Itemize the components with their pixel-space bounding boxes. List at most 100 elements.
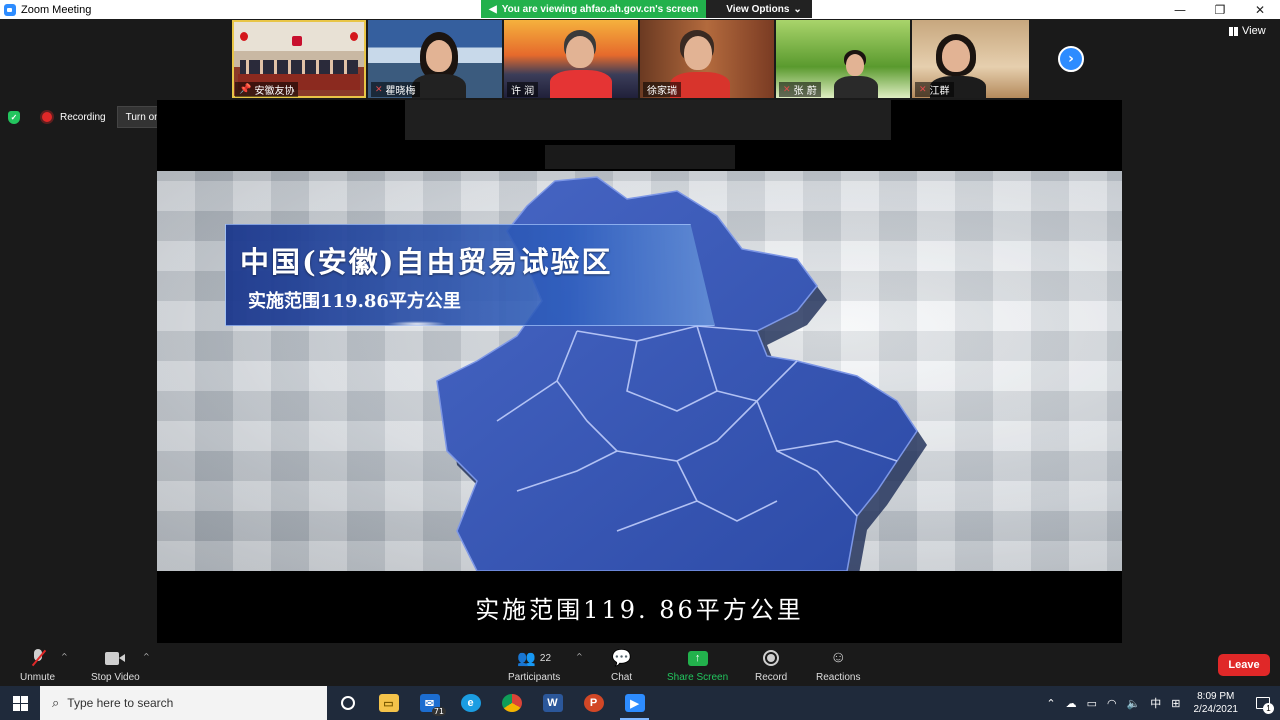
windows-taskbar: ⌕ Type here to search ▭ ✉ 71 e W P ▶ ⌃ ☁… [0,686,1280,720]
stop-video-label: Stop Video [91,672,140,683]
participants-label: Participants [508,672,561,683]
chat-button[interactable]: 💬 Chat [611,647,632,683]
file-explorer-button[interactable]: ▭ [368,686,409,720]
wifi-icon[interactable]: ◠ [1102,697,1122,710]
reactions-label: Reactions [816,672,861,683]
participant-tile[interactable]: ✕ 江群 [912,20,1029,98]
viewing-screen-indicator: ◀ You are viewing ahfao.ah.gov.cn's scre… [481,0,707,18]
participants-count: 22 [539,652,552,664]
battery-icon[interactable]: ▭ [1082,697,1102,710]
group-of-people [240,60,358,74]
record-label: Record [755,672,788,683]
viewing-screen-text: You are viewing ahfao.ah.gov.cn's screen [501,3,699,15]
reactions-button[interactable]: ☺ Reactions [816,647,860,683]
onedrive-cloud-icon[interactable]: ☁ [1061,697,1082,710]
lantern-decoration [350,32,358,41]
participant-name: 许 润 [511,86,535,97]
recording-label: Recording [60,111,106,123]
clock-time: 8:09 PM [1197,691,1235,702]
start-button[interactable] [0,686,40,720]
light-glow [387,321,447,327]
unmute-label: Unmute [20,672,56,683]
video-options-caret-icon[interactable]: ^ [143,652,150,661]
muted-mic-icon: ✕ [375,84,383,95]
redacted-area [405,100,891,140]
powerpoint-icon: P [583,694,604,712]
banner-title: 中国(安徽)自由贸易试验区 [240,245,613,279]
word-app-button[interactable]: W [532,686,573,720]
muted-microphone-icon [31,649,45,667]
mail-app-button[interactable]: ✉ 71 [409,686,450,720]
view-options-button[interactable]: View Options ⌄ [706,0,812,18]
share-screen-icon: ↑ [687,650,708,666]
show-hidden-icons-icon[interactable]: ⌃ [1041,697,1060,710]
taskbar-search-box[interactable]: ⌕ Type here to search [40,686,327,720]
participant-body [834,76,878,98]
participant-face [684,36,712,70]
title-banner: 中国(安徽)自由贸易试验区 实施范围119.86平方公里 [225,224,715,326]
folder-icon: ▭ [378,694,399,712]
participant-name-tag: ✕ 江群 [915,82,954,97]
participant-face [426,40,452,72]
record-button[interactable]: Record [755,647,787,683]
shared-screen: 中国(安徽)自由贸易试验区 实施范围119.86平方公里 实施范围119. 86… [157,100,1122,643]
notification-count: 1 [1263,703,1274,714]
participant-face [942,40,970,72]
participant-name-tag: 📌 安徽友协 [235,82,299,97]
muted-mic-icon: ✕ [919,84,927,95]
zoom-logo-icon [4,3,16,16]
chrome-browser-button[interactable] [491,686,532,720]
cortana-button[interactable] [327,686,368,720]
participant-body [412,74,466,98]
volume-icon[interactable]: 🔈 [1122,697,1146,710]
participant-name: 张 蔚 [793,86,817,97]
chat-bubble-icon: 💬 [611,650,632,667]
participant-name: 江群 [929,86,950,97]
leave-button[interactable]: Leave [1218,654,1270,676]
window-controls: — ❐ ✕ [1160,0,1280,19]
next-participants-button[interactable]: › [1058,46,1084,72]
gallery-grid-icon [1229,26,1238,36]
recording-dot-icon [42,112,52,122]
participant-body [550,70,612,98]
powerpoint-app-button[interactable]: P [573,686,614,720]
view-button[interactable]: View [1229,25,1266,37]
zoom-app-button[interactable]: ▶ [614,686,655,720]
search-placeholder: Type here to search [67,696,174,710]
record-icon [763,650,780,666]
smiley-plus-icon: ☺ [830,649,847,666]
participant-tile[interactable]: ✕ 瞿晓梅 [368,20,502,98]
taskbar-clock[interactable]: 8:09 PM 2/24/2021 [1186,690,1247,716]
audio-options-caret-icon[interactable]: ^ [61,652,68,661]
participant-face [846,54,864,76]
participant-tile[interactable]: 许 润 [504,20,638,98]
shared-video-frame: 中国(安徽)自由贸易试验区 实施范围119.86平方公里 [157,171,1122,571]
participant-tile[interactable]: ✕ 张 蔚 [776,20,910,98]
participant-name: 瞿晓梅 [385,86,416,97]
unmute-button[interactable]: Unmute [20,647,55,683]
participant-name-tag: 徐家瑞 [643,82,681,97]
participant-face [566,36,594,68]
speaker-icon: ◀ [489,3,497,15]
participants-button[interactable]: 👥 22 Participants [508,647,560,683]
edge-browser-button[interactable]: e [450,686,491,720]
participant-tile[interactable]: 📌 安徽友协 [232,20,366,98]
banner-subtitle: 实施范围119.86平方公里 [248,291,461,312]
input-mode-icon[interactable]: ⊞ [1166,697,1185,710]
ime-indicator[interactable]: 中 [1145,695,1166,711]
notification-center-button[interactable]: 1 [1246,686,1280,720]
share-screen-button[interactable]: ↑ Share Screen [667,647,728,683]
cortana-circle-icon [340,696,355,710]
participant-tile[interactable]: 徐家瑞 [640,20,774,98]
participants-options-caret-icon[interactable]: ^ [576,652,583,661]
participant-name-tag: ✕ 瞿晓梅 [371,82,420,97]
window-title: Zoom Meeting [21,3,92,16]
minimize-button[interactable]: — [1160,0,1200,19]
stop-video-button[interactable]: Stop Video [91,647,140,683]
fu-character-decoration [292,36,302,46]
clock-date: 2/24/2021 [1193,704,1239,715]
shield-check-icon[interactable]: ✓ [8,110,20,124]
close-window-button[interactable]: ✕ [1240,0,1280,19]
muted-mic-icon: ✕ [783,84,791,95]
restore-button[interactable]: ❐ [1200,0,1240,19]
